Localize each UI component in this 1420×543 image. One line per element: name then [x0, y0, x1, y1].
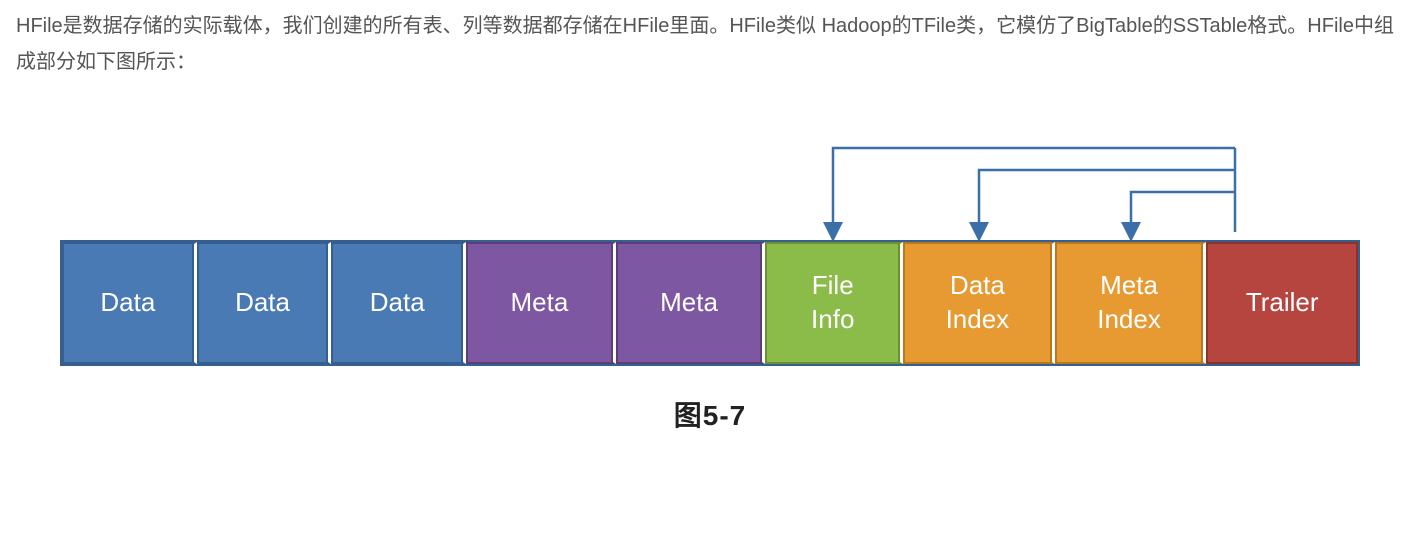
block-label: Meta	[660, 286, 718, 320]
block-label: MetaIndex	[1097, 269, 1161, 337]
block-label: Data	[370, 286, 425, 320]
block-data: Data	[331, 242, 466, 364]
block-data: Data	[197, 242, 332, 364]
arrow-trailer-fileinfo	[833, 148, 1235, 232]
block-label: Meta	[510, 286, 568, 320]
block-trailer: Trailer	[1206, 242, 1358, 364]
block-meta-index: MetaIndex	[1055, 242, 1207, 364]
block-label: Trailer	[1246, 286, 1319, 320]
block-data-index: DataIndex	[903, 242, 1055, 364]
hfile-diagram: Data Data Data Meta Meta FileInfo DataIn…	[60, 120, 1360, 366]
block-label: Data	[235, 286, 290, 320]
block-label: Data	[100, 286, 155, 320]
block-label: FileInfo	[811, 269, 854, 337]
hfile-blocks-row: Data Data Data Meta Meta FileInfo DataIn…	[60, 240, 1360, 366]
block-file-info: FileInfo	[765, 242, 903, 364]
arrows-layer	[60, 120, 1360, 240]
arrow-trailer-metaindex	[1131, 192, 1235, 232]
block-meta: Meta	[466, 242, 616, 364]
description-text: HFile是数据存储的实际载体，我们创建的所有表、列等数据都存储在HFile里面…	[16, 8, 1404, 80]
figure-caption: 图5-7	[10, 394, 1410, 434]
arrow-trailer-dataindex	[979, 170, 1235, 232]
block-data: Data	[62, 242, 197, 364]
block-meta: Meta	[616, 242, 766, 364]
block-label: DataIndex	[946, 269, 1010, 337]
